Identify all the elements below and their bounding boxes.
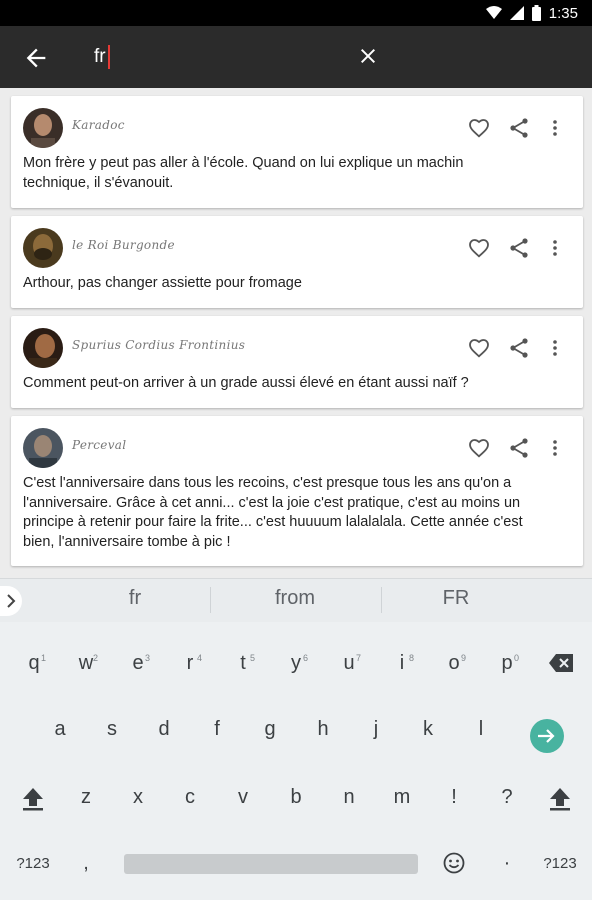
quote-author: Karadoc: [72, 118, 125, 132]
key-i[interactable]: i8: [382, 636, 422, 690]
key-w[interactable]: w2: [66, 636, 106, 690]
on-screen-keyboard: q1 w2 e3 r4 t5 y6 u7 i8 o9 p0 a s d f g …: [0, 622, 592, 900]
key-u[interactable]: u7: [329, 636, 369, 690]
key-s[interactable]: s: [92, 702, 132, 756]
search-app-bar: [0, 26, 592, 88]
quote-card: Spurius Cordius Frontinius Comment peut-…: [11, 316, 583, 408]
shift-icon: [550, 788, 570, 811]
key-period[interactable]: ·: [487, 836, 527, 890]
quote-text: Arthour, pas changer assiette pour froma…: [23, 275, 302, 291]
spacebar[interactable]: [124, 854, 418, 874]
share-icon[interactable]: [507, 436, 531, 460]
avatar: [23, 108, 63, 148]
avatar: [23, 428, 63, 468]
key-q[interactable]: q1: [14, 636, 54, 690]
quote-text: Comment peut-on arriver à un grade aussi…: [23, 375, 469, 391]
key-d[interactable]: d: [144, 702, 184, 756]
clear-search-icon[interactable]: [356, 44, 380, 68]
key-l[interactable]: l: [461, 702, 501, 756]
status-time: 1:35: [548, 4, 578, 22]
quote-author: le Roi Burgonde: [72, 238, 175, 252]
share-icon[interactable]: [507, 236, 531, 260]
more-options-icon[interactable]: [543, 236, 567, 260]
key-o[interactable]: o9: [434, 636, 474, 690]
key-v[interactable]: v: [223, 770, 263, 824]
key-y[interactable]: y6: [276, 636, 316, 690]
key-c[interactable]: c: [170, 770, 210, 824]
back-arrow-icon[interactable]: [22, 44, 50, 72]
share-icon[interactable]: [507, 116, 531, 140]
heart-icon[interactable]: [467, 336, 491, 360]
key-p[interactable]: p0: [487, 636, 527, 690]
text-cursor: [108, 45, 110, 69]
backspace-key[interactable]: [541, 636, 581, 690]
suggestion-item[interactable]: fr: [60, 587, 210, 610]
key-e[interactable]: e3: [118, 636, 158, 690]
suggestion-divider: [210, 587, 211, 613]
key-z[interactable]: z: [66, 770, 106, 824]
quote-card: Perceval C'est l'anniversaire dans tous …: [11, 416, 583, 566]
heart-icon[interactable]: [467, 116, 491, 140]
status-bar: 1:35: [0, 0, 592, 26]
quote-author: Spurius Cordius Frontinius: [72, 338, 246, 352]
key-x[interactable]: x: [118, 770, 158, 824]
key-a[interactable]: a: [40, 702, 80, 756]
suggestion-strip: fr from FR: [0, 578, 592, 622]
heart-icon[interactable]: [467, 436, 491, 460]
key-f[interactable]: f: [197, 702, 237, 756]
expand-suggestions-button[interactable]: [0, 586, 22, 616]
quote-list: Karadoc Mon frère y peut pas aller à l'é…: [0, 88, 592, 578]
quote-text: Mon frère y peut pas aller à l'école. Qu…: [23, 155, 464, 191]
key-g[interactable]: g: [250, 702, 290, 756]
key-k[interactable]: k: [408, 702, 448, 756]
arrow-right-icon: [538, 729, 555, 743]
key-exclamation[interactable]: !: [434, 770, 474, 824]
quote-text: C'est l'anniversaire dans tous les recoi…: [23, 475, 523, 550]
key-h[interactable]: h: [303, 702, 343, 756]
key-m[interactable]: m: [382, 770, 422, 824]
chevron-right-icon: [7, 594, 16, 608]
key-n[interactable]: n: [329, 770, 369, 824]
emoji-key[interactable]: [434, 836, 474, 890]
battery-icon: [531, 5, 541, 21]
enter-key[interactable]: [530, 719, 564, 753]
wifi-icon: [485, 6, 502, 19]
more-options-icon[interactable]: [543, 116, 567, 140]
search-input[interactable]: [94, 42, 334, 72]
key-j[interactable]: j: [356, 702, 396, 756]
more-options-icon[interactable]: [543, 336, 567, 360]
shift-key[interactable]: [13, 772, 53, 826]
suggestion-item[interactable]: FR: [381, 587, 531, 610]
avatar: [23, 328, 63, 368]
key-r[interactable]: r4: [170, 636, 210, 690]
quote-card: le Roi Burgonde Arthour, pas changer ass…: [11, 216, 583, 308]
share-icon[interactable]: [507, 336, 531, 360]
key-b[interactable]: b: [276, 770, 316, 824]
heart-icon[interactable]: [467, 236, 491, 260]
symbols-key-right[interactable]: ?123: [536, 836, 584, 890]
quote-author: Perceval: [72, 438, 127, 452]
key-question[interactable]: ?: [487, 770, 527, 824]
suggestion-item[interactable]: from: [220, 587, 370, 610]
smiley-icon: [443, 852, 465, 874]
avatar: [23, 228, 63, 268]
symbols-key[interactable]: ?123: [10, 836, 56, 890]
quote-card: Karadoc Mon frère y peut pas aller à l'é…: [11, 96, 583, 208]
shift-icon: [23, 788, 43, 811]
cell-signal-icon: [509, 6, 524, 20]
shift-key-right[interactable]: [540, 772, 580, 826]
more-options-icon[interactable]: [543, 436, 567, 460]
key-comma[interactable]: ,: [66, 836, 106, 890]
backspace-icon: [549, 654, 573, 672]
key-t[interactable]: t5: [223, 636, 263, 690]
